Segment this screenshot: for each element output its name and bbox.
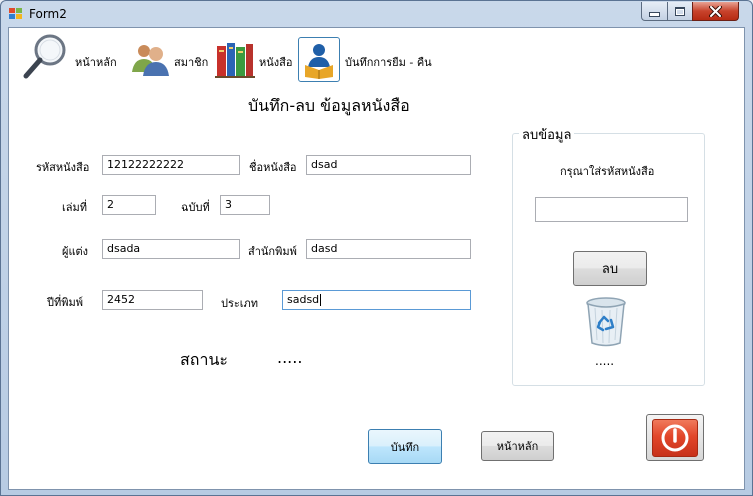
- book-name-input[interactable]: dsad: [306, 155, 471, 175]
- save-button[interactable]: บันทึก: [368, 429, 442, 464]
- maximize-button[interactable]: [667, 2, 693, 21]
- delete-group-title: ลบข้อมูล: [519, 124, 575, 145]
- category-label: ประเภท: [221, 297, 259, 310]
- users-icon: [132, 45, 169, 76]
- toolbar-item-books[interactable]: หนังสือ: [215, 28, 299, 84]
- volume-label: เล่มที่: [62, 201, 88, 214]
- window-title: Form2: [29, 7, 67, 21]
- toolbar-item-borrow-return[interactable]: บันทึกการยืม - คืน: [297, 28, 447, 84]
- toolbar-item-members-label: สมาชิก: [174, 56, 209, 69]
- toolbar-item-members[interactable]: สมาชิก: [129, 28, 211, 84]
- page-title: บันทึก-ลบ ข้อมูลหนังสือ: [248, 96, 410, 115]
- toolbar-item-home[interactable]: หน้าหลัก: [21, 28, 125, 84]
- publisher-label: สำนักพิมพ์: [248, 245, 297, 258]
- recycle-bin-icon: [586, 297, 626, 347]
- delete-book-code-input[interactable]: [535, 197, 688, 222]
- form-client-area: หน้าหลัก สมาชิก หนังสือ บันทึกการยืม - ค…: [8, 27, 745, 490]
- maximize-icon: [675, 6, 685, 16]
- delete-button[interactable]: ลบ: [573, 251, 647, 286]
- delete-status: .....: [595, 354, 615, 368]
- exit-button-face: [652, 418, 698, 457]
- magnifier-icon: [23, 34, 66, 79]
- toolbar: หน้าหลัก สมาชิก หนังสือ บันทึกการยืม - ค…: [9, 28, 744, 86]
- publisher-input[interactable]: dasd: [306, 239, 471, 259]
- minimize-icon: [649, 11, 660, 17]
- volume-input[interactable]: 2: [102, 195, 156, 215]
- delete-prompt-label: กรุณาใส่รหัสหนังสือ: [560, 165, 655, 178]
- copy-label: ฉบับที่: [181, 201, 210, 214]
- app-icon: [9, 8, 22, 19]
- status-label: สถานะ: [180, 350, 228, 369]
- close-button[interactable]: [692, 2, 739, 21]
- book-code-label: รหัสหนังสือ: [36, 161, 90, 174]
- category-input-text: sadsd: [287, 293, 320, 306]
- toolbar-item-books-label: หนังสือ: [259, 56, 293, 69]
- power-icon: [661, 424, 689, 451]
- minimize-button[interactable]: [641, 2, 668, 21]
- category-input[interactable]: sadsd: [282, 290, 471, 310]
- year-input[interactable]: 2452: [102, 290, 203, 310]
- author-input[interactable]: dsada: [102, 239, 240, 259]
- title-bar[interactable]: Form2: [1, 1, 752, 27]
- books-icon: [215, 43, 255, 78]
- year-label: ปีที่พิมพ์: [47, 296, 83, 309]
- book-name-label: ชื่อหนังสือ: [249, 161, 297, 174]
- status-value: .....: [277, 348, 303, 367]
- reader-icon: [305, 44, 333, 79]
- toolbar-item-home-label: หน้าหลัก: [75, 56, 117, 69]
- app-window: Form2 หน้าหลัก สมาชิก หนังสือ บันทึกการย…: [0, 0, 753, 496]
- copy-input[interactable]: 3: [220, 195, 270, 215]
- home-button[interactable]: หน้าหลัก: [481, 431, 554, 461]
- toolbar-item-borrow-return-label: บันทึกการยืม - คืน: [345, 56, 432, 69]
- exit-button[interactable]: [646, 414, 704, 461]
- book-code-input[interactable]: 12122222222: [102, 155, 240, 175]
- close-icon: [709, 5, 722, 17]
- author-label: ผู้แต่ง: [62, 245, 89, 258]
- text-caret: [320, 294, 322, 306]
